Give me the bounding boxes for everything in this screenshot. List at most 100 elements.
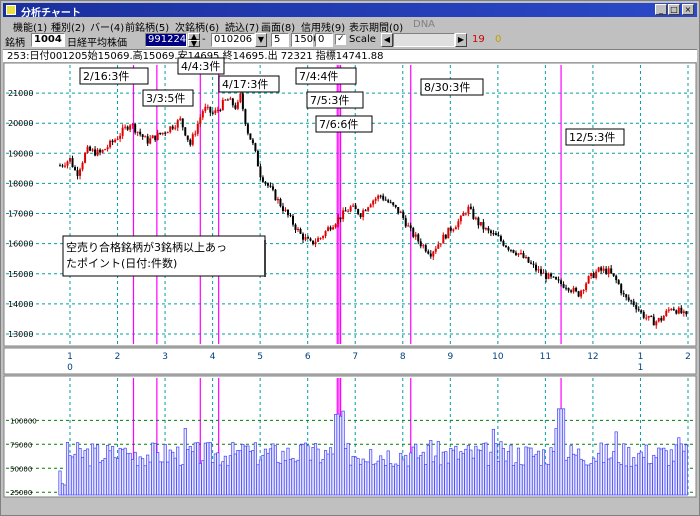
candle-body bbox=[635, 304, 638, 310]
candle-body bbox=[477, 217, 480, 226]
volume-bar bbox=[444, 451, 448, 496]
candle-body bbox=[214, 110, 217, 114]
stock-chart[interactable]: 1 2 3 4 5 6 7 8 9 10 11 12 1 20 1130001400015000160001… bbox=[0, 0, 700, 516]
volume-bar bbox=[374, 463, 378, 496]
year-tick-label: 1 bbox=[638, 363, 644, 373]
volume-bar bbox=[196, 442, 200, 496]
volume-bar bbox=[248, 451, 252, 496]
candle-body bbox=[334, 224, 337, 228]
volume-bar bbox=[379, 455, 383, 496]
candle-body bbox=[592, 273, 595, 278]
volume-bar bbox=[141, 458, 145, 496]
volume-bar bbox=[486, 465, 490, 496]
candle-body bbox=[432, 251, 435, 257]
candle-body bbox=[111, 140, 114, 143]
price-tick-label: 17000 bbox=[8, 210, 33, 219]
volume-bar bbox=[376, 460, 380, 496]
candle-body bbox=[327, 227, 330, 232]
volume-bar bbox=[319, 462, 323, 496]
candle-body bbox=[199, 117, 202, 124]
volume-bar bbox=[414, 443, 418, 496]
volume-bar bbox=[73, 453, 77, 496]
volume-bar bbox=[579, 458, 583, 496]
volume-bar bbox=[589, 463, 593, 496]
volume-bar bbox=[263, 448, 267, 496]
volume-bar bbox=[178, 465, 182, 496]
volume-bar bbox=[103, 458, 107, 496]
marker-label: 7/6:6件 bbox=[319, 118, 358, 131]
volume-bar bbox=[288, 459, 293, 496]
volume-bar bbox=[156, 452, 160, 496]
month-tick-label: 9 bbox=[447, 352, 453, 362]
volume-bar bbox=[577, 448, 581, 496]
candle-body bbox=[595, 271, 598, 278]
volume-bar bbox=[516, 447, 521, 496]
candle-body bbox=[557, 279, 560, 281]
volume-bar bbox=[429, 440, 433, 496]
volume-bar bbox=[597, 452, 601, 496]
candle-body bbox=[349, 206, 352, 212]
volume-bar bbox=[153, 443, 157, 496]
candle-body bbox=[89, 146, 92, 151]
candle-body bbox=[312, 240, 315, 245]
volume-bar bbox=[657, 447, 661, 496]
volume-bar bbox=[329, 447, 333, 496]
volume-bar bbox=[399, 452, 403, 496]
volume-bar bbox=[123, 447, 127, 496]
volume-bar bbox=[308, 459, 313, 496]
candle-body bbox=[357, 209, 360, 215]
candle-body bbox=[640, 310, 643, 312]
candle-body bbox=[492, 233, 495, 235]
volume-bar bbox=[253, 442, 257, 496]
candle-body bbox=[337, 217, 340, 225]
volume-bar bbox=[93, 447, 97, 496]
candle-body bbox=[389, 202, 392, 204]
volume-bar bbox=[321, 459, 325, 496]
volume-bar bbox=[98, 461, 102, 496]
volume-bar bbox=[431, 461, 435, 496]
volume-bar bbox=[396, 465, 400, 496]
candle-body bbox=[404, 218, 407, 227]
candle-body bbox=[114, 139, 117, 143]
candle-body bbox=[407, 225, 410, 227]
volume-bar bbox=[501, 448, 505, 496]
candle-body bbox=[86, 146, 89, 153]
candle-body bbox=[194, 133, 197, 135]
volume-bar bbox=[311, 446, 315, 496]
month-tick-label: 10 bbox=[492, 352, 504, 362]
candle-body bbox=[169, 126, 172, 133]
volume-bar bbox=[369, 449, 373, 496]
volume-bar bbox=[296, 459, 300, 496]
volume-bar bbox=[268, 448, 272, 496]
candle-body bbox=[545, 272, 548, 279]
volume-bar bbox=[313, 443, 318, 496]
candle-body bbox=[369, 204, 372, 208]
candle-body bbox=[297, 228, 300, 231]
candle-body bbox=[497, 235, 500, 237]
volume-bar bbox=[567, 456, 571, 496]
candle-body bbox=[600, 267, 603, 271]
candle-body bbox=[206, 106, 209, 108]
volume-bar bbox=[526, 447, 531, 496]
volume-bar bbox=[614, 431, 618, 496]
candle-body bbox=[530, 262, 532, 264]
candle-body bbox=[109, 140, 112, 148]
volume-bar bbox=[574, 454, 578, 496]
candle-body bbox=[630, 300, 633, 302]
volume-bar bbox=[439, 464, 443, 496]
candle-body bbox=[159, 132, 162, 135]
volume-bar bbox=[251, 450, 255, 496]
candle-body bbox=[352, 205, 355, 207]
candle-body bbox=[224, 99, 227, 101]
volume-bar bbox=[664, 450, 668, 496]
volume-bar bbox=[113, 457, 117, 496]
candle-body bbox=[552, 276, 555, 278]
candle-body bbox=[359, 214, 362, 218]
volume-bar bbox=[176, 446, 180, 496]
volume-bar bbox=[354, 456, 358, 496]
candle-body bbox=[555, 276, 558, 280]
candle-body bbox=[256, 150, 259, 167]
volume-bar bbox=[652, 454, 656, 496]
volume-bar bbox=[406, 465, 410, 496]
price-tick-label: 19000 bbox=[8, 149, 33, 158]
